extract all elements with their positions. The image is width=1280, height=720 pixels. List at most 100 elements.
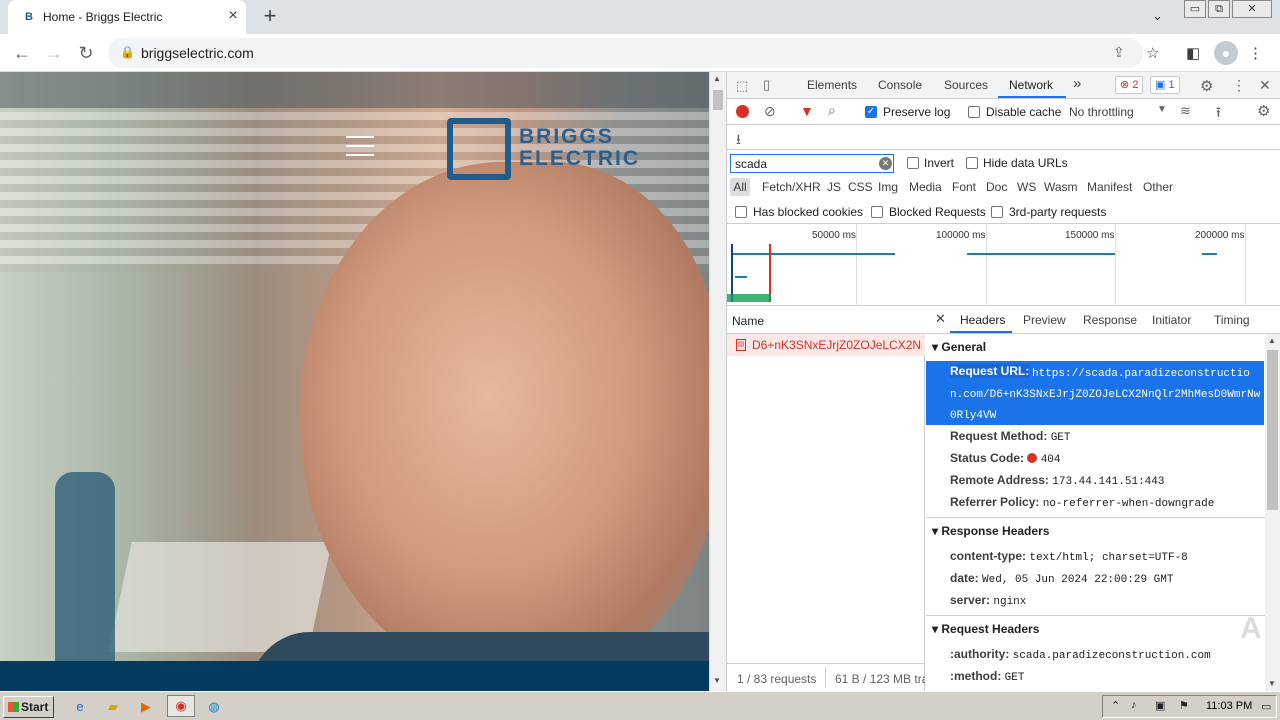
- more-tabs-icon[interactable]: »: [1073, 75, 1081, 92]
- share-icon[interactable]: ⇪: [1113, 44, 1125, 61]
- request-url-row[interactable]: https://scada.paradizeconstruction.com/D…: [926, 361, 1264, 425]
- blocked-cookies-checkbox[interactable]: [735, 206, 747, 218]
- name-column-header[interactable]: Name: [732, 314, 764, 328]
- type-all[interactable]: All: [730, 178, 750, 196]
- scroll-down-icon[interactable]: ▼: [713, 676, 721, 685]
- type-fetch-xhr[interactable]: Fetch/XHR: [762, 180, 821, 194]
- tab-sources[interactable]: Sources: [944, 78, 988, 92]
- close-devtools-icon[interactable]: ✕: [1259, 77, 1271, 94]
- general-section-toggle[interactable]: ▾ General: [932, 340, 986, 354]
- browser-tab[interactable]: B Home - Briggs Electric ×: [8, 0, 246, 34]
- page-scrollbar[interactable]: ▲ ▼: [709, 72, 726, 691]
- tab-timing[interactable]: Timing: [1214, 313, 1250, 327]
- close-window-button[interactable]: ✕: [1232, 0, 1272, 18]
- timeline-selection[interactable]: [727, 294, 771, 302]
- filter-funnel-icon[interactable]: ▼: [800, 103, 814, 119]
- details-scroll-up-icon[interactable]: ▲: [1268, 336, 1276, 345]
- type-css[interactable]: CSS: [848, 180, 873, 194]
- tab-initiator[interactable]: Initiator: [1152, 313, 1191, 327]
- tab-headers[interactable]: Headers: [960, 313, 1005, 327]
- settings-gear-icon[interactable]: ⚙: [1200, 77, 1213, 95]
- new-tab-button[interactable]: +: [258, 5, 282, 29]
- throttling-select[interactable]: No throttling: [1069, 105, 1134, 119]
- lock-icon[interactable]: 🔒: [120, 45, 135, 59]
- network-settings-gear-icon[interactable]: ⚙: [1257, 102, 1270, 120]
- address-bar[interactable]: 🔒 briggselectric.com ⇪: [108, 38, 1143, 68]
- type-js[interactable]: JS: [827, 180, 841, 194]
- disable-cache-checkbox[interactable]: [968, 106, 980, 118]
- devtools-menu-icon[interactable]: ⋮: [1232, 77, 1246, 94]
- tab-network[interactable]: Network: [1009, 78, 1053, 92]
- request-headers-toggle[interactable]: ▾ Request Headers: [932, 622, 1039, 636]
- inspect-element-icon[interactable]: ⬚: [736, 78, 748, 94]
- start-button[interactable]: Start: [3, 696, 54, 718]
- filter-value[interactable]: scada: [735, 157, 767, 171]
- media-player-icon[interactable]: ▶: [137, 698, 155, 716]
- search-icon[interactable]: ⌕: [828, 102, 836, 119]
- hide-data-urls-checkbox[interactable]: [966, 157, 978, 169]
- taskbar-clock[interactable]: 11:03 PM: [1206, 700, 1252, 712]
- profile-avatar-icon[interactable]: ●: [1214, 41, 1238, 65]
- network-tray-icon[interactable]: ▣: [1155, 699, 1165, 712]
- scroll-up-icon[interactable]: ▲: [713, 74, 721, 83]
- show-desktop-icon[interactable]: ▭: [1261, 700, 1271, 713]
- restore-button[interactable]: ⧉: [1208, 0, 1230, 18]
- device-toolbar-icon[interactable]: ▯: [763, 77, 770, 93]
- hamburger-menu-icon[interactable]: [346, 136, 374, 158]
- type-ws[interactable]: WS: [1017, 180, 1036, 194]
- tab-search-chevron-icon[interactable]: ⌄: [1152, 8, 1163, 24]
- network-overview-timeline[interactable]: 50000 ms 100000 ms 150000 ms 200000 ms: [727, 224, 1280, 306]
- tray-expand-icon[interactable]: ⌃: [1111, 699, 1120, 712]
- internet-explorer-icon[interactable]: e: [71, 698, 89, 716]
- type-other[interactable]: Other: [1143, 180, 1173, 194]
- third-party-checkbox[interactable]: [991, 206, 1003, 218]
- tab-elements[interactable]: Elements: [807, 78, 857, 92]
- clear-filter-icon[interactable]: ✕: [879, 157, 892, 170]
- record-icon[interactable]: [736, 105, 749, 118]
- clear-icon[interactable]: ⊘: [764, 103, 776, 120]
- side-panel-icon[interactable]: ◧: [1186, 44, 1200, 62]
- webpage-viewport: BRIGGS ELECTRIC: [0, 72, 709, 691]
- file-explorer-icon[interactable]: ▰: [104, 698, 122, 716]
- type-media[interactable]: Media: [909, 180, 942, 194]
- network-conditions-icon[interactable]: ≋: [1180, 103, 1191, 119]
- site-logo[interactable]: BRIGGS ELECTRIC: [447, 118, 657, 182]
- scrollbar-thumb[interactable]: [713, 90, 723, 110]
- url-text[interactable]: briggselectric.com: [141, 45, 254, 61]
- type-font[interactable]: Font: [952, 180, 976, 194]
- request-name[interactable]: D6+nK3SNxEJrjZ0ZOJeLCX2NnQlr2MhMesD0WmrN…: [752, 338, 922, 352]
- blocked-requests-checkbox[interactable]: [871, 206, 883, 218]
- details-scrollbar[interactable]: ▲ ▼: [1265, 334, 1280, 691]
- request-row[interactable]: ▤ D6+nK3SNxEJrjZ0ZOJeLCX2NnQlr2MhMesD0Wm…: [727, 334, 925, 356]
- back-arrow-icon[interactable]: ←: [10, 41, 34, 65]
- type-manifest[interactable]: Manifest: [1087, 180, 1132, 194]
- type-img[interactable]: Img: [878, 180, 898, 194]
- type-doc[interactable]: Doc: [986, 180, 1007, 194]
- chrome-taskbar-icon[interactable]: ◉: [167, 695, 195, 717]
- details-scrollbar-thumb[interactable]: [1267, 350, 1278, 510]
- edge-icon[interactable]: ◍: [205, 698, 223, 716]
- preserve-log-checkbox[interactable]: ✓: [865, 106, 877, 118]
- import-har-icon[interactable]: ⭱: [1216, 102, 1221, 126]
- throttling-chevron-icon[interactable]: ▼: [1157, 104, 1167, 115]
- invert-checkbox[interactable]: [907, 157, 919, 169]
- tab-response[interactable]: Response: [1083, 313, 1137, 327]
- errors-badge[interactable]: ⊗ 2: [1115, 76, 1144, 94]
- forward-arrow-icon[interactable]: →: [42, 41, 66, 65]
- authority-row: :authority: scada.paradizeconstruction.c…: [950, 647, 1211, 662]
- close-tab-icon[interactable]: ×: [224, 7, 242, 25]
- minimize-button[interactable]: ▭: [1184, 0, 1206, 18]
- tab-preview[interactable]: Preview: [1023, 313, 1066, 327]
- messages-badge[interactable]: ▣ 1: [1150, 76, 1180, 94]
- security-tray-icon[interactable]: ⚑: [1179, 699, 1189, 712]
- reload-icon[interactable]: ↻: [74, 41, 98, 65]
- filter-input[interactable]: scada ✕: [730, 154, 894, 173]
- close-details-icon[interactable]: ✕: [935, 311, 946, 327]
- menu-kebab-icon[interactable]: ⋮: [1248, 44, 1263, 62]
- details-scroll-down-icon[interactable]: ▼: [1268, 679, 1276, 688]
- bookmark-star-icon[interactable]: ☆: [1146, 44, 1159, 62]
- tab-console[interactable]: Console: [878, 78, 922, 92]
- volume-icon[interactable]: ♪: [1131, 699, 1137, 711]
- response-headers-toggle[interactable]: ▾ Response Headers: [932, 524, 1049, 538]
- type-wasm[interactable]: Wasm: [1044, 180, 1078, 194]
